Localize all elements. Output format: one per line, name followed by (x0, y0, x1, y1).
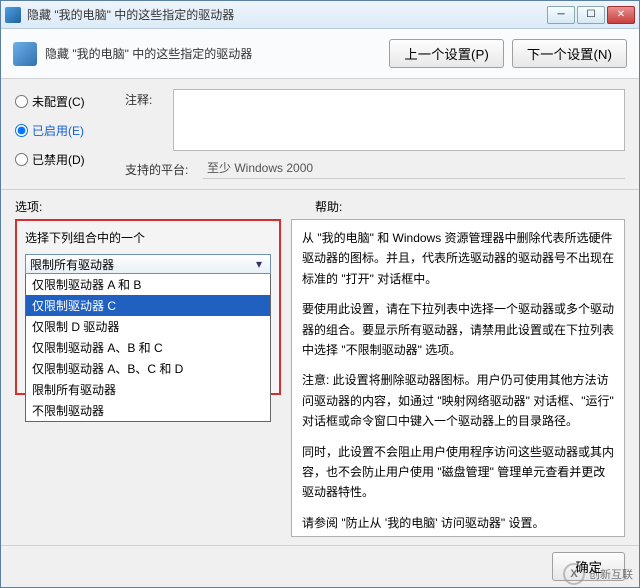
select-option-0[interactable]: 仅限制驱动器 A 和 B (26, 274, 270, 295)
radio-enabled[interactable]: 已启用(E) (15, 122, 115, 139)
close-button[interactable]: ✕ (607, 6, 635, 24)
radio-enabled-label: 已启用(E) (32, 122, 84, 139)
section-labels: 选项: 帮助: (1, 190, 639, 219)
help-label: 帮助: (315, 198, 342, 215)
options-heading: 选择下列组合中的一个 (25, 229, 271, 246)
radio-not-configured-label: 未配置(C) (32, 93, 85, 110)
toolbar-heading: 隐藏 "我的电脑" 中的这些指定的驱动器 (45, 45, 381, 62)
comment-label: 注释: (125, 89, 165, 151)
chevron-down-icon: ▾ (252, 257, 266, 271)
radio-not-configured-input[interactable] (15, 95, 28, 108)
select-display[interactable]: 限制所有驱动器 ▾ (25, 254, 271, 274)
comment-row: 注释: (125, 89, 625, 151)
options-box: 选择下列组合中的一个 限制所有驱动器 ▾ 仅限制驱动器 A 和 B 仅限制驱动器… (15, 219, 281, 395)
comment-textarea[interactable] (173, 89, 625, 151)
next-setting-button[interactable]: 下一个设置(N) (512, 39, 627, 68)
select-option-3[interactable]: 仅限制驱动器 A、B 和 C (26, 337, 270, 358)
radio-disabled[interactable]: 已禁用(D) (15, 151, 115, 168)
platform-value: 至少 Windows 2000 (203, 157, 625, 179)
policy-icon (13, 42, 37, 66)
platform-label: 支持的平台: (125, 159, 195, 178)
select-dropdown: 仅限制驱动器 A 和 B 仅限制驱动器 C 仅限制 D 驱动器 仅限制驱动器 A… (25, 274, 271, 422)
help-p1: 从 "我的电脑" 和 Windows 资源管理器中删除代表所选硬件驱动器的图标。… (302, 228, 614, 289)
minimize-button[interactable]: ─ (547, 6, 575, 24)
radio-disabled-input[interactable] (15, 153, 28, 166)
config-area: 未配置(C) 已启用(E) 已禁用(D) 注释: 支持的平台: 至少 Windo… (1, 79, 639, 185)
window-title: 隐藏 "我的电脑" 中的这些指定的驱动器 (27, 6, 547, 23)
radio-disabled-label: 已禁用(D) (32, 151, 85, 168)
prev-setting-button[interactable]: 上一个设置(P) (389, 39, 503, 68)
radio-not-configured[interactable]: 未配置(C) (15, 93, 115, 110)
select-option-5[interactable]: 限制所有驱动器 (26, 379, 270, 400)
select-value: 限制所有驱动器 (30, 256, 114, 273)
state-radios: 未配置(C) 已启用(E) 已禁用(D) (15, 89, 115, 179)
ok-button[interactable]: 确定 (552, 552, 625, 581)
select-option-4[interactable]: 仅限制驱动器 A、B、C 和 D (26, 358, 270, 379)
select-option-1[interactable]: 仅限制驱动器 C (26, 295, 270, 316)
window-controls: ─ ☐ ✕ (547, 6, 635, 24)
help-p5: 请参阅 "防止从 '我的电脑' 访问驱动器" 设置。 (302, 513, 614, 533)
app-icon (5, 7, 21, 23)
help-p3: 注意: 此设置将删除驱动器图标。用户仍可使用其他方法访问驱动器的内容，如通过 "… (302, 370, 614, 431)
help-p4: 同时，此设置不会阻止用户使用程序访问这些驱动器或其内容，也不会防止用户使用 "磁… (302, 442, 614, 503)
radio-enabled-input[interactable] (15, 124, 28, 137)
dialog-window: 隐藏 "我的电脑" 中的这些指定的驱动器 ─ ☐ ✕ 隐藏 "我的电脑" 中的这… (0, 0, 640, 588)
options-pane: 选择下列组合中的一个 限制所有驱动器 ▾ 仅限制驱动器 A 和 B 仅限制驱动器… (15, 219, 281, 537)
maximize-button[interactable]: ☐ (577, 6, 605, 24)
titlebar: 隐藏 "我的电脑" 中的这些指定的驱动器 ─ ☐ ✕ (1, 1, 639, 29)
comment-column: 注释: 支持的平台: 至少 Windows 2000 (125, 89, 625, 179)
help-p2: 要使用此设置，请在下拉列表中选择一个驱动器或多个驱动器的组合。要显示所有驱动器，… (302, 299, 614, 360)
body-area: 选择下列组合中的一个 限制所有驱动器 ▾ 仅限制驱动器 A 和 B 仅限制驱动器… (1, 219, 639, 545)
select-option-2[interactable]: 仅限制 D 驱动器 (26, 316, 270, 337)
platform-row: 支持的平台: 至少 Windows 2000 (125, 157, 625, 179)
options-label: 选项: (15, 198, 291, 215)
help-pane[interactable]: 从 "我的电脑" 和 Windows 资源管理器中删除代表所选硬件驱动器的图标。… (291, 219, 625, 537)
select-option-6[interactable]: 不限制驱动器 (26, 400, 270, 421)
toolbar: 隐藏 "我的电脑" 中的这些指定的驱动器 上一个设置(P) 下一个设置(N) (1, 29, 639, 79)
footer: 确定 X 创新互联 (1, 545, 639, 587)
drive-select[interactable]: 限制所有驱动器 ▾ 仅限制驱动器 A 和 B 仅限制驱动器 C 仅限制 D 驱动… (25, 254, 271, 422)
